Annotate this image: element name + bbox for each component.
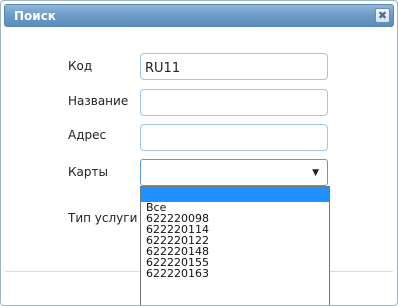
code-input[interactable] <box>140 53 328 80</box>
search-dialog: Поиск ✖ Код Название Адрес Карты ▼ Тип у… <box>0 0 398 306</box>
address-label: Адрес <box>68 128 107 142</box>
address-input[interactable] <box>140 124 328 151</box>
cards-dropdown-list[interactable]: Все 622220098 622220114 622220122 622220… <box>140 186 330 305</box>
name-input[interactable] <box>140 89 328 116</box>
dropdown-option-empty[interactable] <box>141 187 329 202</box>
name-label: Название <box>68 94 129 108</box>
dropdown-option[interactable]: 622220163 <box>141 268 329 279</box>
cards-label: Карты <box>68 165 108 179</box>
cards-select[interactable]: ▼ <box>140 159 328 186</box>
chevron-down-icon: ▼ <box>312 168 319 178</box>
code-label: Код <box>68 59 93 73</box>
close-icon[interactable]: ✖ <box>375 8 390 23</box>
dialog-title: Поиск <box>14 9 56 23</box>
dialog-titlebar[interactable]: Поиск ✖ <box>4 4 394 27</box>
service-type-label: Тип услуги <box>68 211 138 225</box>
